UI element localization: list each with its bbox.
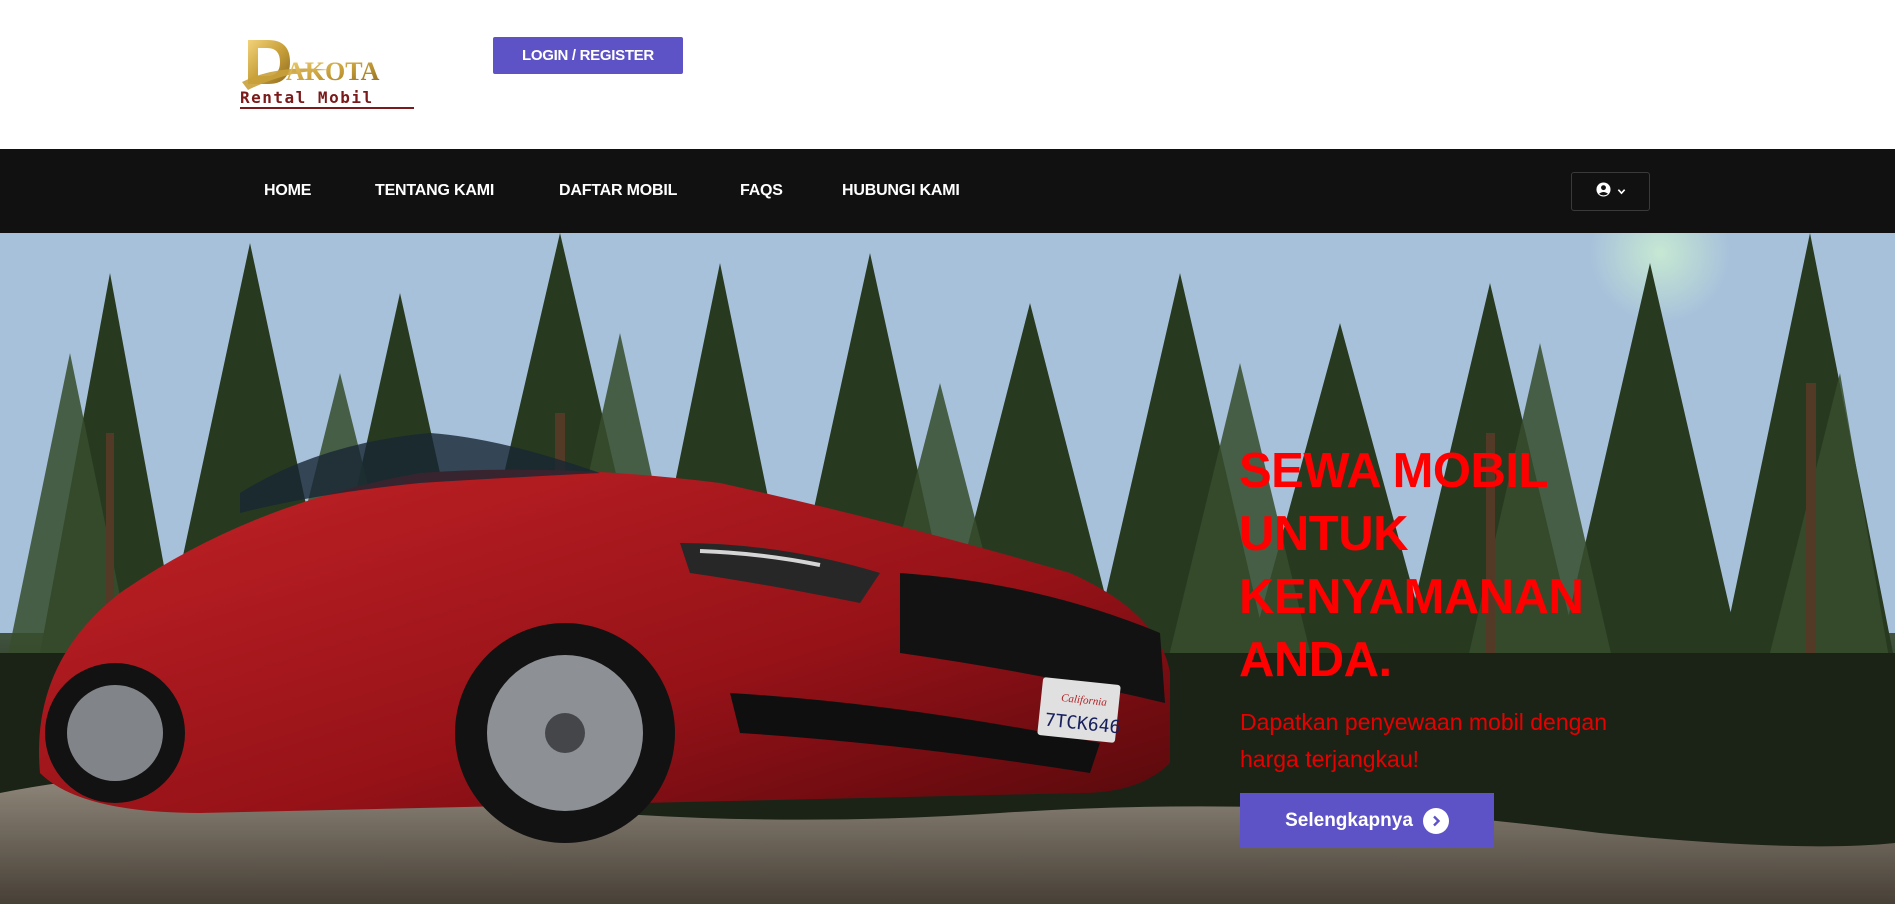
cta-label: Selengkapnya (1285, 809, 1413, 831)
chevron-down-icon (1617, 183, 1626, 201)
hero-title-line: SEWA MOBIL (1239, 444, 1548, 498)
hero-subtitle: Dapatkan penyewaan mobil dengan harga te… (1240, 704, 1660, 778)
nav-tentang-kami[interactable]: TENTANG KAMI (375, 149, 494, 233)
selengkapnya-button[interactable]: Selengkapnya (1240, 793, 1494, 848)
user-circle-icon (1595, 181, 1611, 202)
user-account-dropdown[interactable] (1571, 172, 1650, 211)
login-register-button[interactable]: LOGIN / REGISTER (493, 37, 683, 74)
nav-faqs[interactable]: FAQS (740, 149, 783, 233)
nav-hubungi-kami[interactable]: HUBUNGI KAMI (842, 149, 960, 233)
logo-tagline: Rental Mobil (240, 88, 374, 107)
brand-logo[interactable]: AKOTA Rental Mobil (238, 36, 418, 114)
hero-subtitle-line: Dapatkan penyewaan mobil dengan (1240, 709, 1607, 735)
hero-title-line: KENYAMANAN (1239, 570, 1584, 624)
hero-title-line: UNTUK (1239, 507, 1408, 561)
nav-home[interactable]: HOME (264, 149, 311, 233)
site-header: AKOTA Rental Mobil LOGIN / REGISTER (0, 0, 1895, 149)
chevron-right-circle-icon (1422, 807, 1449, 834)
hero-title: SEWA MOBIL UNTUK KENYAMANAN ANDA. (1239, 440, 1659, 692)
hero-title-line: ANDA. (1239, 633, 1392, 687)
hero-subtitle-line: harga terjangkau! (1240, 746, 1420, 772)
logo-word: AKOTA (286, 57, 380, 86)
nav-daftar-mobil[interactable]: DAFTAR MOBIL (559, 149, 677, 233)
